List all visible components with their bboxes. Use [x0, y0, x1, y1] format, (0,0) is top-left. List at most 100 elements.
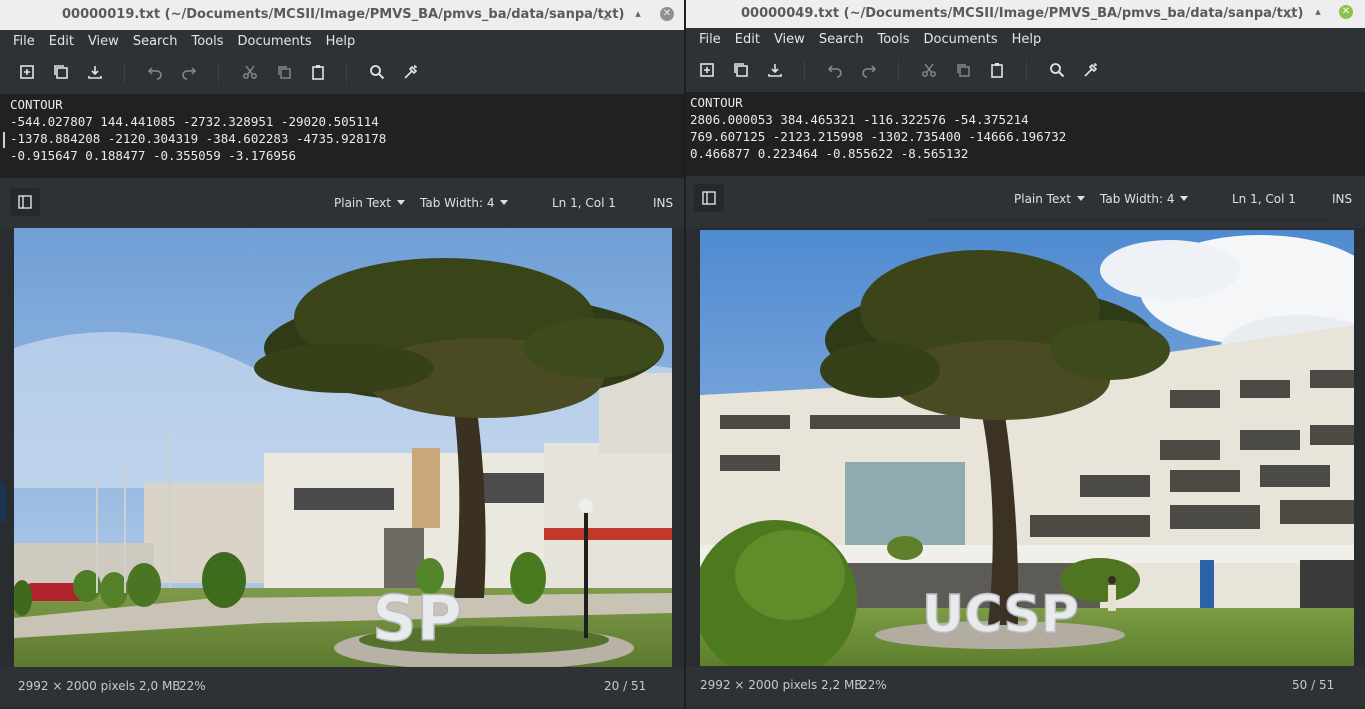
image-counter: 50 / 51: [1292, 678, 1335, 692]
right-image-viewer: UCSP 2992 × 2000 pixels 2,2 MB 22% 50 / …: [686, 228, 1365, 709]
toolbar-separator: [804, 60, 805, 82]
right-menu-bar: File Edit View Search Tools Documents He…: [686, 28, 1365, 50]
tab-width-label: Tab Width: 4: [420, 196, 495, 210]
menu-edit[interactable]: Edit: [42, 34, 81, 49]
menu-tools[interactable]: Tools: [184, 34, 230, 49]
campus-sign: UCSP: [922, 585, 1079, 645]
new-document-icon[interactable]: [18, 63, 36, 81]
insert-mode: INS: [1332, 192, 1353, 206]
chevron-down-icon: [1180, 196, 1189, 201]
minimize-icon[interactable]: _: [599, 7, 613, 21]
menu-file[interactable]: File: [6, 34, 42, 49]
copy-document-icon[interactable]: [52, 63, 70, 81]
toolbar-separator: [346, 62, 347, 84]
language-selector[interactable]: Plain Text: [1014, 192, 1085, 206]
editor-line: CONTOUR: [10, 97, 63, 112]
tab-width-selector[interactable]: Tab Width: 4: [420, 196, 509, 210]
search-icon[interactable]: [1048, 61, 1066, 79]
right-text-editor[interactable]: CONTOUR 2806.000053 384.465321 -116.3225…: [686, 92, 1365, 176]
save-icon[interactable]: [86, 63, 104, 81]
image-dimensions: 2992 × 2000 pixels 2,2 MB: [700, 678, 863, 692]
left-window-title: 00000019.txt (~/Documents/MCSII/Image/PM…: [62, 7, 625, 22]
menu-documents[interactable]: Documents: [917, 32, 1005, 47]
paste-icon[interactable]: [988, 61, 1006, 79]
cursor-position: Ln 1, Col 1: [1232, 192, 1296, 206]
toolbar-separator: [1026, 60, 1027, 82]
copy-document-icon[interactable]: [732, 61, 750, 79]
left-photo[interactable]: SP: [14, 228, 672, 667]
menu-view[interactable]: View: [767, 32, 812, 47]
cursor-position: Ln 1, Col 1: [552, 196, 616, 210]
horizontal-scrollbar[interactable]: [926, 219, 1326, 222]
cut-icon[interactable]: [920, 61, 938, 79]
campus-photo-left: SP: [14, 228, 672, 667]
editor-line: -544.027807 144.441085 -2732.328951 -290…: [10, 114, 379, 129]
editor-line: -0.915647 0.188477 -0.355059 -3.176956: [10, 148, 296, 163]
left-menu-bar: File Edit View Search Tools Documents He…: [0, 30, 684, 52]
campus-sign: SP: [372, 582, 462, 655]
desktop-edge: [0, 483, 6, 523]
maximize-icon[interactable]: ▴: [631, 7, 645, 21]
menu-search[interactable]: Search: [812, 32, 871, 47]
right-image-info-bar: 2992 × 2000 pixels 2,2 MB 22% 50 / 51: [686, 666, 1365, 706]
redo-icon[interactable]: [860, 61, 878, 79]
menu-documents[interactable]: Documents: [231, 34, 319, 49]
text-cursor: [3, 132, 5, 148]
chevron-down-icon: [1076, 196, 1085, 201]
copy-icon[interactable]: [275, 63, 293, 81]
menu-tools[interactable]: Tools: [870, 32, 916, 47]
replace-icon[interactable]: [402, 63, 420, 81]
left-image-viewer: SP 2992 × 2000 pixels 2,0 MB 22% 20 / 51: [0, 228, 684, 709]
tab-width-selector[interactable]: Tab Width: 4: [1100, 192, 1189, 206]
editor-line: 769.607125 -2123.215998 -1302.735400 -14…: [690, 129, 1067, 144]
editor-line: -1378.884208 -2120.304319 -384.602283 -4…: [10, 131, 387, 146]
chevron-down-icon: [396, 200, 405, 205]
insert-mode: INS: [653, 196, 674, 210]
undo-icon[interactable]: [826, 61, 844, 79]
side-panel-icon[interactable]: [10, 188, 40, 216]
save-icon[interactable]: [766, 61, 784, 79]
menu-edit[interactable]: Edit: [728, 32, 767, 47]
menu-help[interactable]: Help: [319, 34, 363, 49]
language-label: Plain Text: [334, 196, 391, 210]
toolbar-separator: [124, 62, 125, 84]
left-image-info-bar: 2992 × 2000 pixels 2,0 MB 22% 20 / 51: [0, 667, 684, 707]
cut-icon[interactable]: [241, 63, 259, 81]
paste-icon[interactable]: [309, 63, 327, 81]
menu-help[interactable]: Help: [1005, 32, 1049, 47]
search-icon[interactable]: [368, 63, 386, 81]
right-title-bar[interactable]: 00000049.txt (~/Documents/MCSII/Image/PM…: [686, 0, 1365, 28]
left-title-bar[interactable]: 00000019.txt (~/Documents/MCSII/Image/PM…: [0, 0, 684, 30]
close-icon[interactable]: ✕: [660, 7, 674, 21]
language-selector[interactable]: Plain Text: [334, 196, 405, 210]
copy-icon[interactable]: [954, 61, 972, 79]
image-counter: 20 / 51: [604, 679, 647, 693]
tab-width-label: Tab Width: 4: [1100, 192, 1175, 206]
toolbar-separator: [218, 62, 219, 84]
right-window-title: 00000049.txt (~/Documents/MCSII/Image/PM…: [741, 6, 1304, 21]
language-label: Plain Text: [1014, 192, 1071, 206]
zoom-level: 22%: [179, 679, 206, 693]
maximize-icon[interactable]: ▴: [1311, 5, 1325, 19]
menu-view[interactable]: View: [81, 34, 126, 49]
left-editor-window: 00000019.txt (~/Documents/MCSII/Image/PM…: [0, 0, 684, 228]
editor-line: 2806.000053 384.465321 -116.322576 -54.3…: [690, 112, 1029, 127]
editor-line: CONTOUR: [690, 95, 743, 110]
minimize-icon[interactable]: _: [1283, 5, 1297, 19]
redo-icon[interactable]: [180, 63, 198, 81]
right-editor-window: 00000049.txt (~/Documents/MCSII/Image/PM…: [686, 0, 1365, 228]
editor-line: 0.466877 0.223464 -0.855622 -8.565132: [690, 146, 969, 161]
right-photo[interactable]: UCSP: [700, 230, 1354, 666]
new-document-icon[interactable]: [698, 61, 716, 79]
undo-icon[interactable]: [146, 63, 164, 81]
replace-icon[interactable]: [1082, 61, 1100, 79]
left-status-bar: Plain Text Tab Width: 4 Ln 1, Col 1 INS: [0, 178, 684, 226]
menu-file[interactable]: File: [692, 32, 728, 47]
left-text-editor[interactable]: CONTOUR -544.027807 144.441085 -2732.328…: [0, 94, 684, 178]
right-status-bar: Plain Text Tab Width: 4 Ln 1, Col 1 INS: [686, 176, 1365, 224]
menu-search[interactable]: Search: [126, 34, 185, 49]
right-toolbar: [686, 50, 1365, 92]
side-panel-icon[interactable]: [694, 184, 724, 212]
close-icon[interactable]: ✕: [1339, 5, 1353, 19]
chevron-down-icon: [500, 200, 509, 205]
